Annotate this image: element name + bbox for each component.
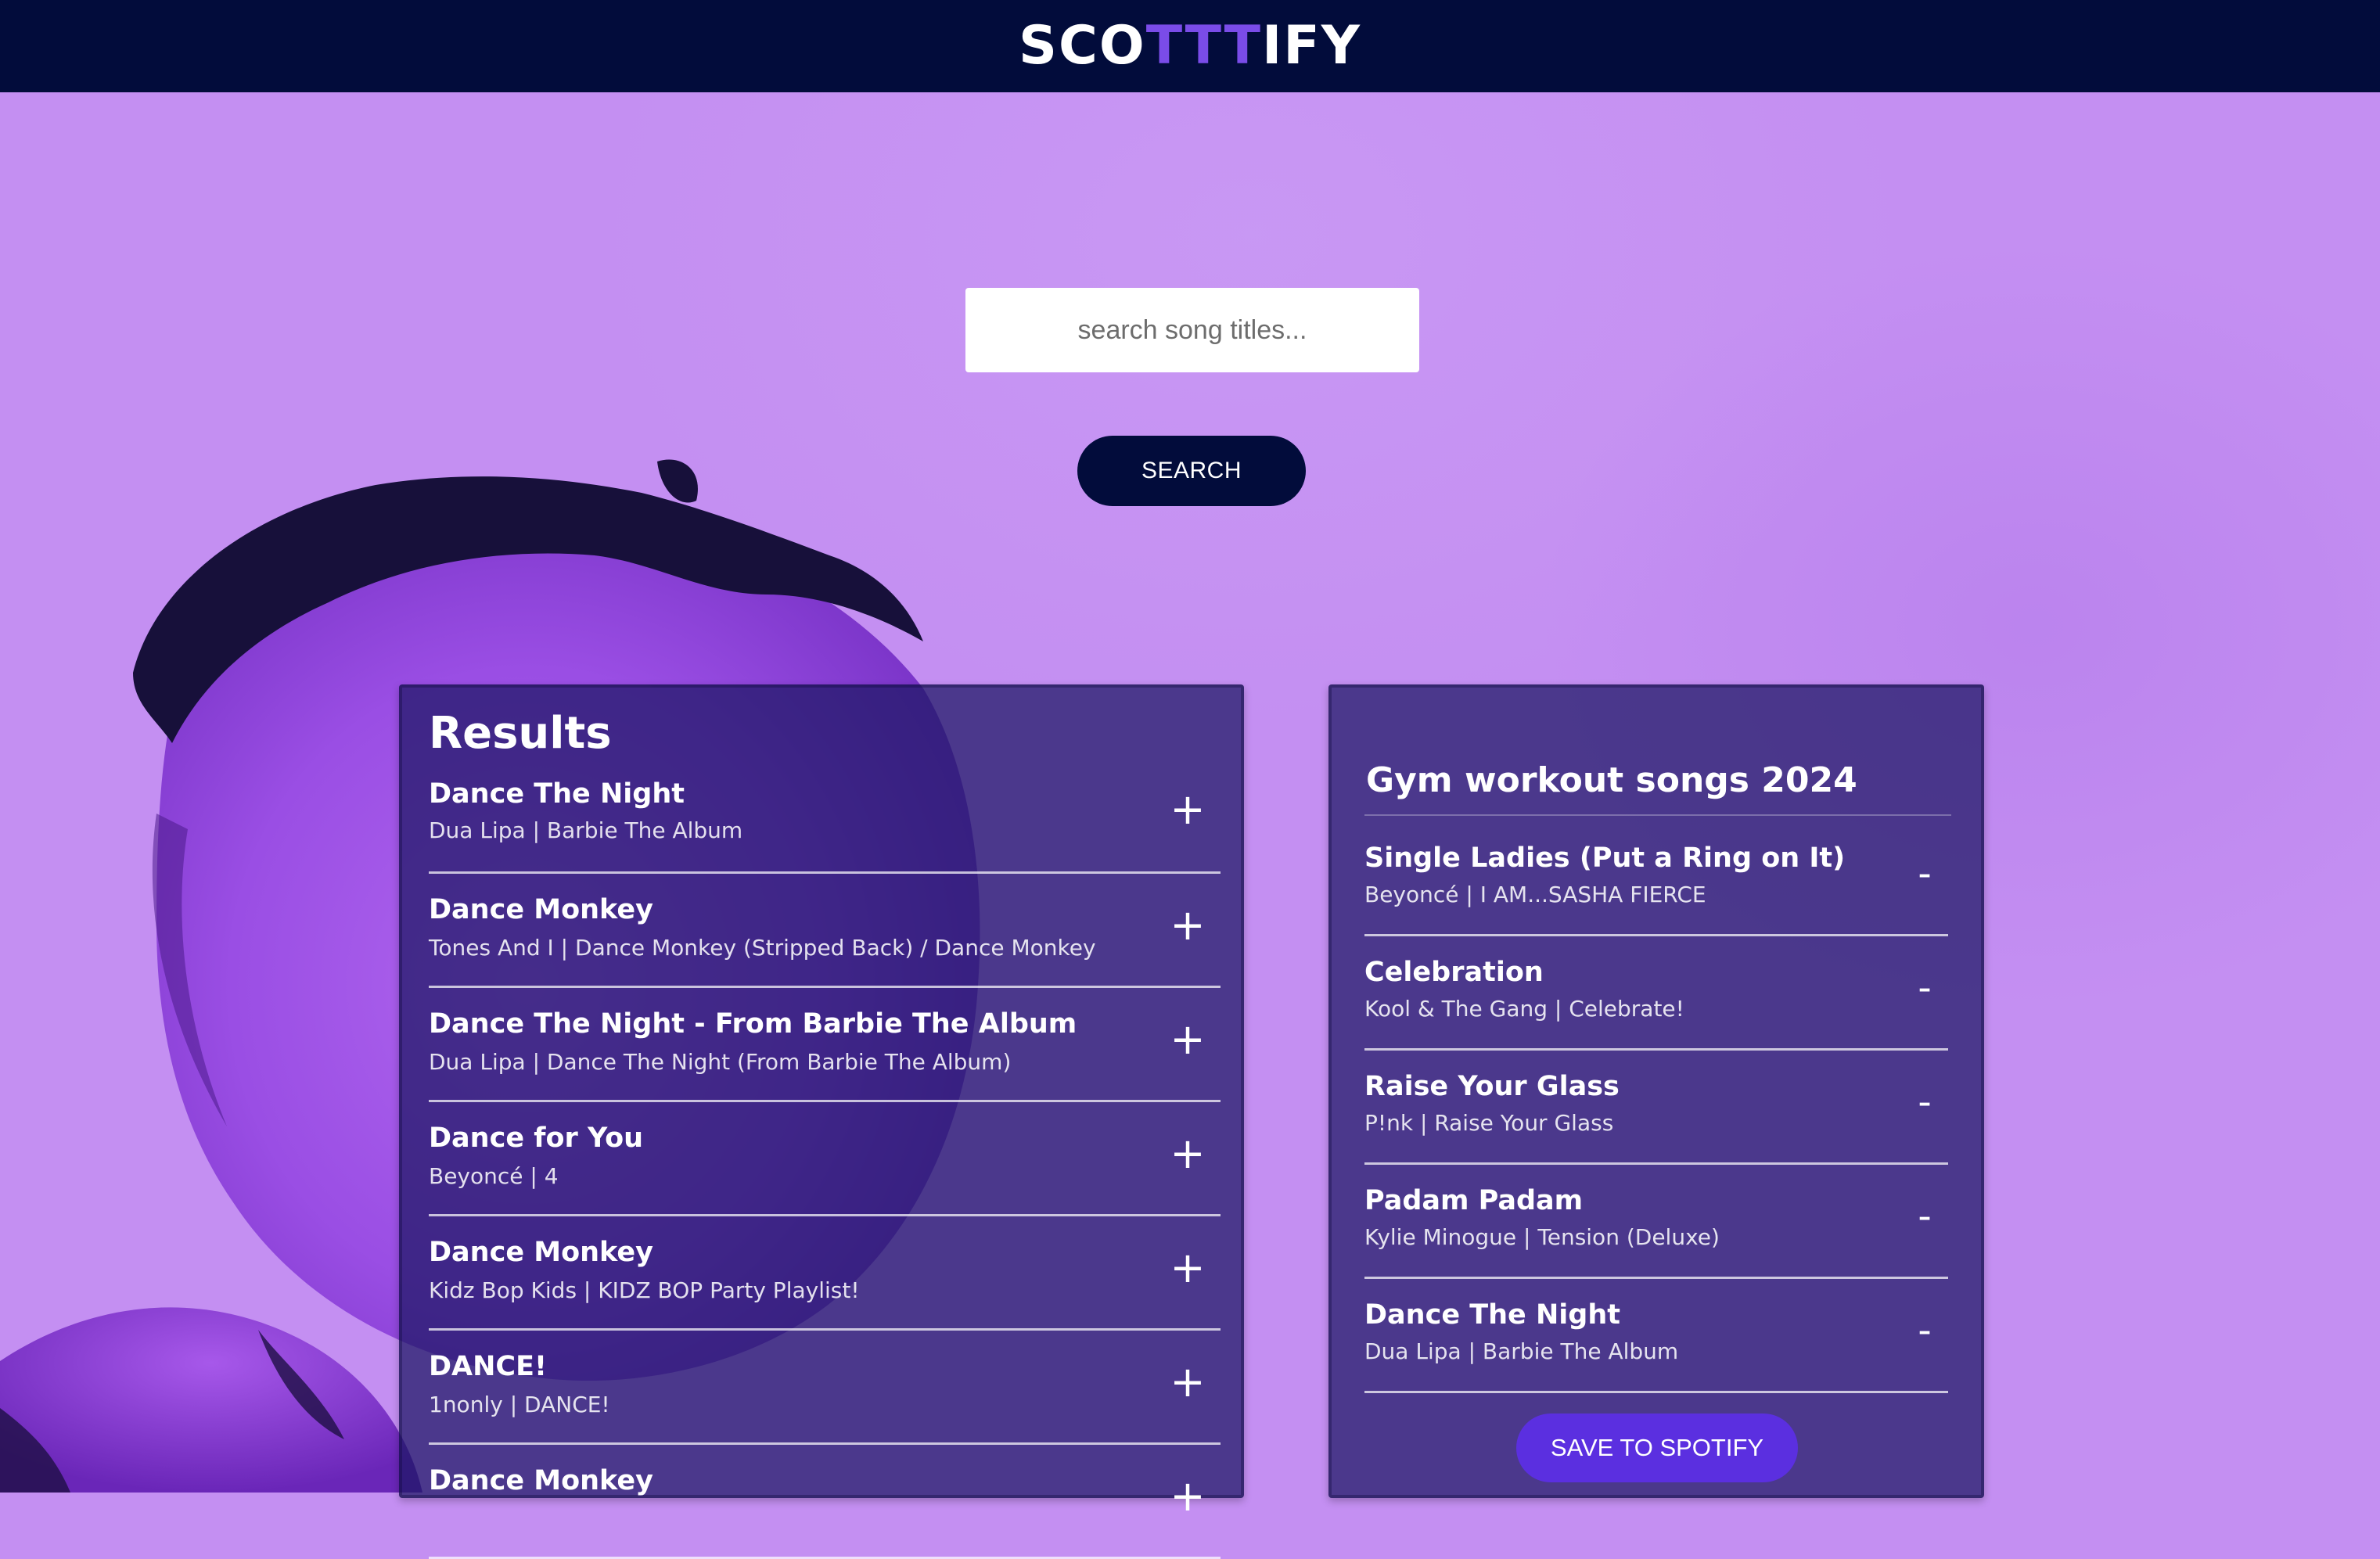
track-artist-album: Beyoncé | 4	[429, 1163, 559, 1189]
result-track: DANCE! 1nonly | DANCE! +	[429, 1331, 1221, 1445]
track-artist-album: Dua Lipa | Barbie The Album	[429, 817, 743, 843]
playlist-tracklist: Single Ladies (Put a Ring on It) Beyoncé…	[1364, 822, 1948, 1393]
track-artist-album: Kylie Minogue | Tension (Deluxe)	[1364, 1224, 1720, 1250]
results-panel: Results Dance The Night Dua Lipa | Barbi…	[399, 684, 1244, 1559]
result-track: Dance Monkey Kidz Bop Kids | KIDZ BOP Pa…	[429, 1216, 1221, 1331]
playlist-track: Raise Your Glass P!nk | Raise Your Glass…	[1364, 1051, 1948, 1165]
top-bar: SCOTTTIFY	[0, 0, 2380, 92]
results-title: Results	[429, 708, 612, 759]
track-artist-album: Tones And I | Dance Monkey (Stripped Bac…	[429, 935, 1096, 961]
track-artist-album: Kool & The Gang | Celebrate!	[1364, 996, 1684, 1022]
track-artist-album: Beyoncé | I AM...SASHA FIERCE	[1364, 882, 1706, 907]
remove-track-button[interactable]: -	[1901, 964, 1948, 1011]
result-track: Dance The Night - From Barbie The Album …	[429, 988, 1221, 1102]
logo-prefix: SCO	[1019, 15, 1146, 77]
track-name: Dance The Night - From Barbie The Album	[429, 1008, 1077, 1040]
track-name: Dance The Night	[429, 778, 685, 810]
track-name: Raise Your Glass	[1364, 1071, 1620, 1102]
playlist-name-input[interactable]	[1364, 753, 1951, 816]
track-artist-album: 1nonly | DANCE!	[429, 1392, 610, 1417]
track-name: Dance Monkey	[429, 894, 653, 925]
track-name: Celebration	[1364, 957, 1544, 988]
add-track-button[interactable]: +	[1164, 786, 1211, 833]
search-button[interactable]: SEARCH	[1077, 436, 1306, 506]
playlist-track: Padam Padam Kylie Minogue | Tension (Del…	[1364, 1165, 1948, 1279]
add-track-button[interactable]: +	[1164, 1130, 1211, 1177]
track-artist-album: Dua Lipa | Dance The Night (From Barbie …	[429, 1049, 1012, 1075]
track-name: DANCE!	[429, 1351, 547, 1382]
add-track-button[interactable]: +	[1164, 1245, 1211, 1291]
app-logo: SCOTTTIFY	[1019, 20, 1361, 73]
track-artist-album: P!nk | Raise Your Glass	[1364, 1110, 1614, 1136]
track-name: Padam Padam	[1364, 1185, 1584, 1216]
add-track-button[interactable]: +	[1164, 1016, 1211, 1063]
result-track: Dance Monkey Tones And I | Dance Monkey …	[429, 874, 1221, 988]
remove-track-button[interactable]: -	[1901, 850, 1948, 897]
track-artist-album: Kidz Bop Kids | KIDZ BOP Party Playlist!	[429, 1277, 860, 1303]
track-name: Single Ladies (Put a Ring on It)	[1364, 842, 1846, 874]
result-track: Dance Monkey +	[429, 1445, 1221, 1559]
logo-accent: TTT	[1145, 15, 1262, 77]
track-name: Dance Monkey	[429, 1465, 653, 1496]
result-track: Dance The Night Dua Lipa | Barbie The Al…	[429, 774, 1221, 874]
logo-suffix: IFY	[1261, 15, 1361, 77]
playlist-track: Dance The Night Dua Lipa | Barbie The Al…	[1364, 1279, 1948, 1393]
result-track: Dance for You Beyoncé | 4 +	[429, 1102, 1221, 1216]
remove-track-button[interactable]: -	[1901, 1193, 1948, 1240]
add-track-button[interactable]: +	[1164, 1473, 1211, 1520]
remove-track-button[interactable]: -	[1901, 1079, 1948, 1126]
results-tracklist: Dance The Night Dua Lipa | Barbie The Al…	[429, 774, 1221, 1559]
playlist-panel: Single Ladies (Put a Ring on It) Beyoncé…	[1328, 684, 1984, 1498]
save-to-spotify-button[interactable]: SAVE TO SPOTIFY	[1516, 1414, 1798, 1482]
track-artist-album: Dua Lipa | Barbie The Album	[1364, 1338, 1679, 1364]
track-name: Dance The Night	[1364, 1299, 1620, 1331]
remove-track-button[interactable]: -	[1901, 1307, 1948, 1354]
search-input[interactable]	[965, 288, 1419, 372]
add-track-button[interactable]: +	[1164, 902, 1211, 949]
track-name: Dance Monkey	[429, 1237, 653, 1268]
track-name: Dance for You	[429, 1123, 644, 1154]
add-track-button[interactable]: +	[1164, 1359, 1211, 1406]
playlist-track: Single Ladies (Put a Ring on It) Beyoncé…	[1364, 822, 1948, 936]
playlist-track: Celebration Kool & The Gang | Celebrate!…	[1364, 936, 1948, 1051]
